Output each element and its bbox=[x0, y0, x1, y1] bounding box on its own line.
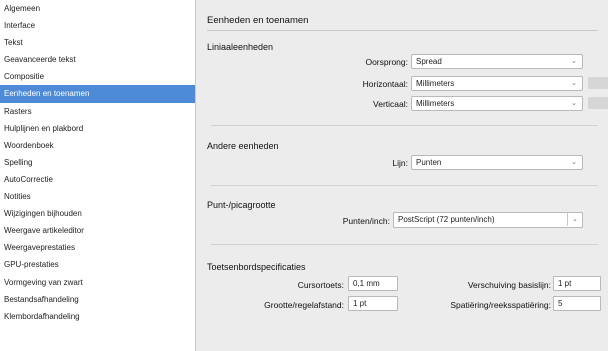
sidebar-item[interactable]: Weergaveprestaties bbox=[0, 239, 195, 256]
horizontal-select[interactable]: Millimeters ⌄ bbox=[411, 76, 583, 91]
sidebar-item[interactable]: Klembordafhandeling bbox=[0, 308, 195, 325]
sidebar-item[interactable]: Eenheden en toenamen bbox=[0, 85, 195, 103]
stroke-select[interactable]: Punten ⌄ bbox=[411, 155, 583, 170]
size-leading-field[interactable]: 1 pt bbox=[348, 296, 398, 311]
sidebar-item[interactable]: Algemeen bbox=[0, 0, 195, 17]
points-per-inch-label: Punten/inch: bbox=[342, 216, 390, 226]
cursor-key-field[interactable]: 0,1 mm bbox=[348, 276, 398, 291]
section-divider bbox=[211, 244, 598, 245]
baseline-shift-label: Verschuiving basislijn: bbox=[467, 280, 551, 290]
sidebar-item[interactable]: Tekst bbox=[0, 34, 195, 51]
horizontal-points-field[interactable] bbox=[588, 77, 608, 89]
chevron-down-icon: ⌄ bbox=[571, 58, 577, 65]
vertical-select[interactable]: Millimeters ⌄ bbox=[411, 96, 583, 111]
sidebar-item[interactable]: Vormgeving van zwart bbox=[0, 274, 195, 291]
origin-select-value: Spread bbox=[416, 57, 442, 66]
sidebar-item[interactable]: Rasters bbox=[0, 103, 195, 120]
chevron-down-icon: ⌄ bbox=[572, 216, 578, 223]
sidebar-item[interactable]: AutoCorrectie bbox=[0, 171, 195, 188]
horizontal-label: Horizontaal: bbox=[362, 79, 408, 89]
origin-label: Oorsprong: bbox=[365, 57, 408, 67]
cursor-key-label: Cursortoets: bbox=[297, 280, 344, 290]
point-pica-title: Punt-/picagrootte bbox=[207, 200, 276, 210]
sidebar-item[interactable]: Bestandsafhandeling bbox=[0, 291, 195, 308]
chevron-down-icon: ⌄ bbox=[571, 80, 577, 87]
sidebar-item[interactable]: Geavanceerde tekst bbox=[0, 51, 195, 68]
sidebar-item[interactable]: Notities bbox=[0, 188, 195, 205]
sidebar-item[interactable]: Wijzigingen bijhouden bbox=[0, 205, 195, 222]
panel-title: Eenheden en toenamen bbox=[207, 15, 309, 26]
vertical-select-value: Millimeters bbox=[416, 99, 455, 108]
preferences-panel: Eenheden en toenamen Liniaaleenheden Oor… bbox=[197, 0, 608, 351]
sidebar-item[interactable]: Hulplijnen en plakbord bbox=[0, 120, 195, 137]
sidebar-item[interactable]: Woordenboek bbox=[0, 137, 195, 154]
chevron-down-icon: ⌄ bbox=[571, 100, 577, 107]
chevron-down-icon: ⌄ bbox=[571, 159, 577, 166]
sidebar-item[interactable]: GPU-prestaties bbox=[0, 256, 195, 273]
vertical-label: Verticaal: bbox=[373, 99, 408, 109]
horizontal-select-value: Millimeters bbox=[416, 79, 455, 88]
ruler-units-title: Liniaaleenheden bbox=[207, 42, 274, 52]
origin-select[interactable]: Spread ⌄ bbox=[411, 54, 583, 69]
stroke-label: Lijn: bbox=[392, 158, 408, 168]
sidebar-item[interactable]: Compositie bbox=[0, 68, 195, 85]
size-leading-label: Grootte/regelafstand: bbox=[264, 300, 344, 310]
kerning-tracking-field[interactable]: 5 bbox=[553, 296, 601, 311]
section-divider bbox=[211, 185, 598, 186]
points-per-inch-select[interactable]: PostScript (72 punten/inch) ⌄ bbox=[393, 212, 583, 228]
points-per-inch-value: PostScript (72 punten/inch) bbox=[398, 215, 495, 224]
baseline-shift-field[interactable]: 1 pt bbox=[553, 276, 601, 291]
other-units-title: Andere eenheden bbox=[207, 141, 279, 151]
section-divider bbox=[211, 125, 598, 126]
sidebar-item[interactable]: Spelling bbox=[0, 154, 195, 171]
stroke-select-value: Punten bbox=[416, 158, 442, 167]
keyboard-increments-title: Toetsenbordspecificaties bbox=[207, 262, 306, 272]
kerning-tracking-label: Spatiëring/reeksspatiëring: bbox=[450, 300, 551, 310]
sidebar-item[interactable]: Interface bbox=[0, 17, 195, 34]
vertical-points-field[interactable] bbox=[588, 97, 608, 109]
title-divider bbox=[207, 30, 598, 31]
sidebar-item[interactable]: Weergave artikeleditor bbox=[0, 222, 195, 239]
preferences-sidebar: Algemeen Interface Tekst Geavanceerde tekst… bbox=[0, 0, 196, 351]
